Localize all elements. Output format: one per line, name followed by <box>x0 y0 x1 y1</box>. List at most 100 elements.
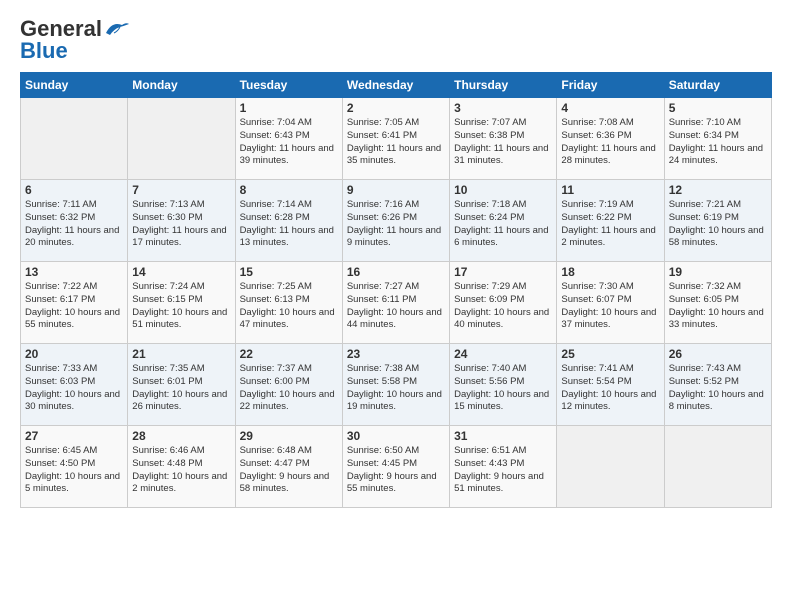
day-number: 14 <box>132 265 230 279</box>
day-number: 1 <box>240 101 338 115</box>
day-number: 19 <box>669 265 767 279</box>
day-number: 25 <box>561 347 659 361</box>
week-row-5: 27 Sunrise: 6:45 AM Sunset: 4:50 PM Dayli… <box>21 426 772 508</box>
cell-content: Sunrise: 7:08 AM Sunset: 6:36 PM Dayligh… <box>561 117 659 168</box>
day-number: 12 <box>669 183 767 197</box>
logo-blue-text: Blue <box>20 38 68 64</box>
day-number: 21 <box>132 347 230 361</box>
calendar-cell: 3Sunrise: 7:07 AM Sunset: 6:38 PM Daylig… <box>450 98 557 180</box>
day-number: 28 <box>132 429 230 443</box>
day-number: 11 <box>561 183 659 197</box>
day-number: 7 <box>132 183 230 197</box>
cell-content: Sunrise: 6:48 AM Sunset: 4:47 PM Dayligh… <box>240 445 338 496</box>
calendar-cell: 23 Sunrise: 7:38 AM Sunset: 5:58 PM Dayli… <box>342 344 449 426</box>
day-number: 23 <box>347 347 445 361</box>
cell-content: Sunrise: 7:41 AM Sunset: 5:54 PM Dayligh… <box>561 363 659 414</box>
cell-content: Sunrise: 6:50 AM Sunset: 4:45 PM Dayligh… <box>347 445 445 496</box>
cell-content: Sunrise: 6:51 AM Sunset: 4:43 PM Dayligh… <box>454 445 552 496</box>
cell-content: Sunrise: 7:37 AM Sunset: 6:00 PM Dayligh… <box>240 363 338 414</box>
logo-bird-icon <box>104 19 130 39</box>
cell-content: Sunrise: 7:27 AM Sunset: 6:11 PM Dayligh… <box>347 281 445 332</box>
cell-content: Sunrise: 7:19 AM Sunset: 6:22 PM Dayligh… <box>561 199 659 250</box>
cell-content: Sunrise: 7:04 AM Sunset: 6:43 PM Dayligh… <box>240 117 338 168</box>
calendar-cell: 10 Sunrise: 7:18 AM Sunset: 6:24 PM Dayli… <box>450 180 557 262</box>
cell-content: Sunrise: 7:16 AM Sunset: 6:26 PM Dayligh… <box>347 199 445 250</box>
day-header-wednesday: Wednesday <box>342 73 449 98</box>
cell-content: Sunrise: 6:46 AM Sunset: 4:48 PM Dayligh… <box>132 445 230 496</box>
calendar-cell: 1 Sunrise: 7:04 AM Sunset: 6:43 PM Daylig… <box>235 98 342 180</box>
cell-content: Sunrise: 7:35 AM Sunset: 6:01 PM Dayligh… <box>132 363 230 414</box>
calendar-cell: 2Sunrise: 7:05 AM Sunset: 6:41 PM Daylig… <box>342 98 449 180</box>
day-number: 31 <box>454 429 552 443</box>
calendar-cell <box>664 426 771 508</box>
calendar-cell: 31 Sunrise: 6:51 AM Sunset: 4:43 PM Dayli… <box>450 426 557 508</box>
header: General Blue <box>20 16 772 64</box>
day-header-thursday: Thursday <box>450 73 557 98</box>
day-number: 22 <box>240 347 338 361</box>
calendar-cell: 28 Sunrise: 6:46 AM Sunset: 4:48 PM Dayli… <box>128 426 235 508</box>
day-header-friday: Friday <box>557 73 664 98</box>
cell-content: Sunrise: 7:21 AM Sunset: 6:19 PM Dayligh… <box>669 199 767 250</box>
calendar-cell: 22 Sunrise: 7:37 AM Sunset: 6:00 PM Dayli… <box>235 344 342 426</box>
calendar-cell: 20Sunrise: 7:33 AM Sunset: 6:03 PM Dayli… <box>21 344 128 426</box>
calendar-cell: 7Sunrise: 7:13 AM Sunset: 6:30 PM Daylig… <box>128 180 235 262</box>
cell-content: Sunrise: 7:14 AM Sunset: 6:28 PM Dayligh… <box>240 199 338 250</box>
day-number: 18 <box>561 265 659 279</box>
calendar-cell: 11 Sunrise: 7:19 AM Sunset: 6:22 PM Dayli… <box>557 180 664 262</box>
day-number: 29 <box>240 429 338 443</box>
day-number: 16 <box>347 265 445 279</box>
day-number: 8 <box>240 183 338 197</box>
calendar-cell: 24 Sunrise: 7:40 AM Sunset: 5:56 PM Dayli… <box>450 344 557 426</box>
calendar-cell: 16 Sunrise: 7:27 AM Sunset: 6:11 PM Dayli… <box>342 262 449 344</box>
calendar-cell: 21 Sunrise: 7:35 AM Sunset: 6:01 PM Dayli… <box>128 344 235 426</box>
cell-content: Sunrise: 7:05 AM Sunset: 6:41 PM Dayligh… <box>347 117 445 168</box>
cell-content: Sunrise: 7:30 AM Sunset: 6:07 PM Dayligh… <box>561 281 659 332</box>
calendar-cell: 13 Sunrise: 7:22 AM Sunset: 6:17 PM Dayli… <box>21 262 128 344</box>
day-number: 9 <box>347 183 445 197</box>
day-number: 26 <box>669 347 767 361</box>
calendar-table: SundayMondayTuesdayWednesdayThursdayFrid… <box>20 72 772 508</box>
day-number: 15 <box>240 265 338 279</box>
day-header-saturday: Saturday <box>664 73 771 98</box>
week-row-2: 6 Sunrise: 7:11 AM Sunset: 6:32 PM Daylig… <box>21 180 772 262</box>
calendar-body: 1 Sunrise: 7:04 AM Sunset: 6:43 PM Daylig… <box>21 98 772 508</box>
calendar-cell: 12 Sunrise: 7:21 AM Sunset: 6:19 PM Dayli… <box>664 180 771 262</box>
week-row-4: 20Sunrise: 7:33 AM Sunset: 6:03 PM Dayli… <box>21 344 772 426</box>
calendar-cell: 4 Sunrise: 7:08 AM Sunset: 6:36 PM Daylig… <box>557 98 664 180</box>
calendar-cell: 26Sunrise: 7:43 AM Sunset: 5:52 PM Dayli… <box>664 344 771 426</box>
cell-content: Sunrise: 7:32 AM Sunset: 6:05 PM Dayligh… <box>669 281 767 332</box>
day-number: 4 <box>561 101 659 115</box>
calendar-cell: 14Sunrise: 7:24 AM Sunset: 6:15 PM Dayli… <box>128 262 235 344</box>
day-number: 3 <box>454 101 552 115</box>
day-number: 24 <box>454 347 552 361</box>
day-header-monday: Monday <box>128 73 235 98</box>
day-number: 13 <box>25 265 123 279</box>
calendar-cell: 25 Sunrise: 7:41 AM Sunset: 5:54 PM Dayli… <box>557 344 664 426</box>
calendar-cell: 6 Sunrise: 7:11 AM Sunset: 6:32 PM Daylig… <box>21 180 128 262</box>
cell-content: Sunrise: 7:22 AM Sunset: 6:17 PM Dayligh… <box>25 281 123 332</box>
calendar-cell: 18 Sunrise: 7:30 AM Sunset: 6:07 PM Dayli… <box>557 262 664 344</box>
day-number: 6 <box>25 183 123 197</box>
day-number: 30 <box>347 429 445 443</box>
day-number: 20 <box>25 347 123 361</box>
cell-content: Sunrise: 7:11 AM Sunset: 6:32 PM Dayligh… <box>25 199 123 250</box>
cell-content: Sunrise: 6:45 AM Sunset: 4:50 PM Dayligh… <box>25 445 123 496</box>
day-number: 10 <box>454 183 552 197</box>
day-header-tuesday: Tuesday <box>235 73 342 98</box>
week-row-3: 13 Sunrise: 7:22 AM Sunset: 6:17 PM Dayli… <box>21 262 772 344</box>
cell-content: Sunrise: 7:29 AM Sunset: 6:09 PM Dayligh… <box>454 281 552 332</box>
calendar-cell <box>21 98 128 180</box>
cell-content: Sunrise: 7:18 AM Sunset: 6:24 PM Dayligh… <box>454 199 552 250</box>
cell-content: Sunrise: 7:10 AM Sunset: 6:34 PM Dayligh… <box>669 117 767 168</box>
calendar-cell: 19 Sunrise: 7:32 AM Sunset: 6:05 PM Dayli… <box>664 262 771 344</box>
cell-content: Sunrise: 7:38 AM Sunset: 5:58 PM Dayligh… <box>347 363 445 414</box>
day-header-sunday: Sunday <box>21 73 128 98</box>
cell-content: Sunrise: 7:25 AM Sunset: 6:13 PM Dayligh… <box>240 281 338 332</box>
calendar-cell <box>128 98 235 180</box>
day-number: 27 <box>25 429 123 443</box>
calendar-cell: 29 Sunrise: 6:48 AM Sunset: 4:47 PM Dayli… <box>235 426 342 508</box>
calendar-cell: 5Sunrise: 7:10 AM Sunset: 6:34 PM Daylig… <box>664 98 771 180</box>
cell-content: Sunrise: 7:40 AM Sunset: 5:56 PM Dayligh… <box>454 363 552 414</box>
week-row-1: 1 Sunrise: 7:04 AM Sunset: 6:43 PM Daylig… <box>21 98 772 180</box>
calendar-cell <box>557 426 664 508</box>
